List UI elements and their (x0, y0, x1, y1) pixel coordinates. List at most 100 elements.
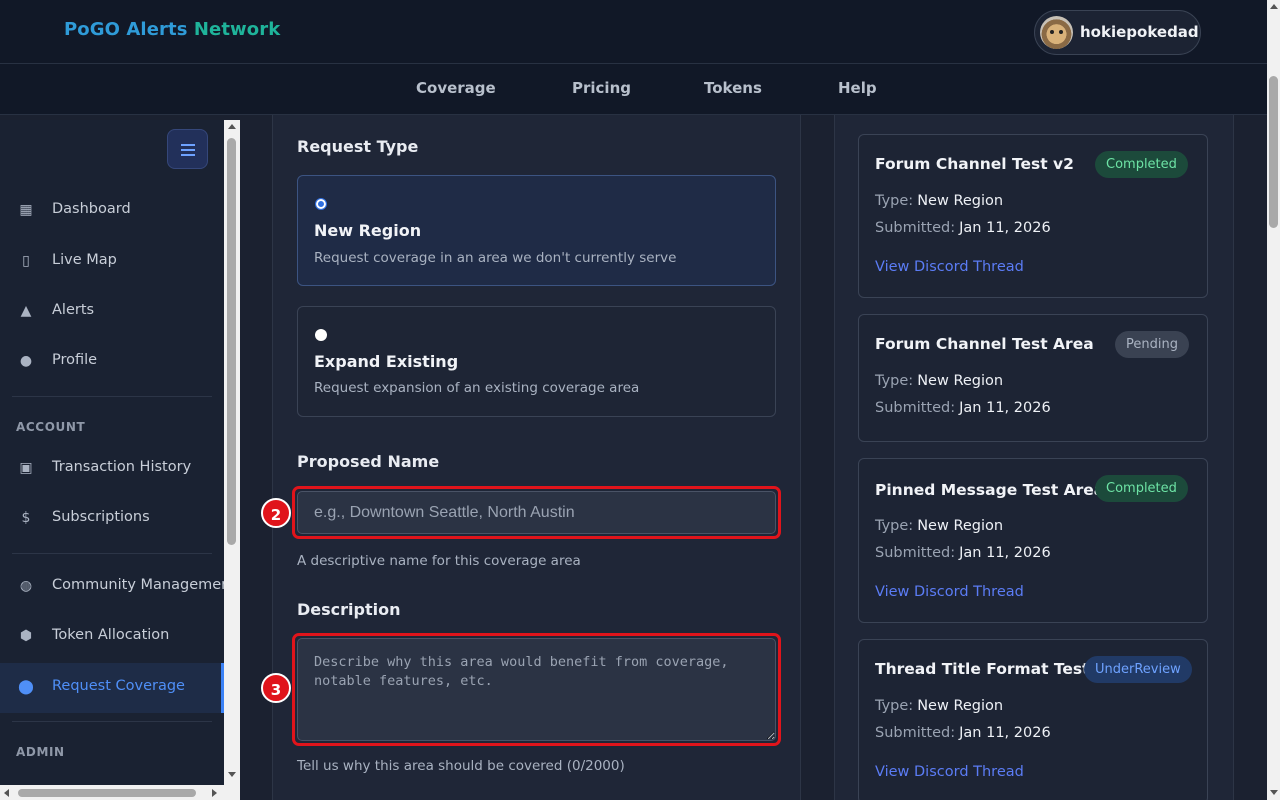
sidebar-item-token-allocation[interactable]: ⬢ Token Allocation (0, 612, 224, 662)
proposed-name-label: Proposed Name (297, 452, 440, 471)
user-icon: ● (19, 353, 33, 369)
scroll-left-arrow-icon[interactable] (4, 789, 9, 797)
divider (12, 396, 212, 397)
user-name: hokiepokedad (1080, 23, 1199, 41)
request-type-label: Request Type (297, 137, 419, 156)
sidebar-item-label: Live Map (52, 252, 117, 268)
meta-label: Type: (875, 518, 914, 534)
request-title: Thread Title Format Test (875, 660, 1090, 678)
request-title: Forum Channel Test v2 (875, 155, 1074, 173)
marker-badge: 2 (261, 498, 291, 528)
meta-value: New Region (917, 698, 1004, 714)
option-new-region[interactable]: New Region Request coverage in an area w… (297, 175, 776, 286)
sidebar-item-subscriptions[interactable]: $ Subscriptions (0, 494, 224, 544)
location-pin-icon: ⬤ (18, 679, 34, 695)
option-description: Request coverage in an area we don't cur… (314, 250, 677, 266)
avatar (1040, 16, 1073, 49)
view-discord-thread-link[interactable]: View Discord Thread (875, 259, 1024, 275)
sidebar-item-label: Transaction History (52, 459, 192, 475)
sidebar-item-label: Community Management (52, 577, 224, 593)
scroll-down-arrow-icon[interactable] (228, 772, 236, 777)
section-heading-admin: ADMIN (16, 745, 65, 759)
sidebar-item-request-coverage[interactable]: ⬤ Request Coverage (0, 663, 224, 713)
description-textarea[interactable] (297, 638, 776, 741)
option-description: Request expansion of an existing coverag… (314, 380, 640, 396)
page-scroll-thumb[interactable] (1269, 76, 1278, 228)
request-submitted: Submitted: Jan 11, 2026 (875, 220, 1051, 236)
meta-value: Jan 11, 2026 (959, 545, 1051, 561)
meta-label: Submitted: (875, 545, 956, 561)
sidebar-item-label: Token Allocation (52, 627, 170, 643)
sidebar-item-label: Profile (52, 352, 98, 368)
globe-icon: ◍ (19, 578, 33, 594)
sidebar-item-alerts[interactable]: ▲ Alerts (0, 287, 224, 337)
sidebar-hscroll-thumb[interactable] (18, 789, 196, 797)
scroll-down-arrow-icon[interactable] (1270, 790, 1278, 795)
nav-tokens[interactable]: Tokens (704, 79, 762, 97)
proposed-name-help: A descriptive name for this coverage are… (297, 553, 581, 569)
sidebar-scroll-thumb[interactable] (227, 138, 236, 545)
status-badge: Completed (1095, 475, 1188, 502)
sidebar-item-dashboard[interactable]: ▦ Dashboard (0, 186, 224, 236)
request-type: Type: New Region (875, 373, 1003, 389)
request-submitted: Submitted: Jan 11, 2026 (875, 400, 1051, 416)
top-header: PoGO Alerts Network hokiepokedad (0, 0, 1267, 64)
request-card: Forum Channel Test Area Pending Type: New… (858, 314, 1208, 442)
marker-badge: 3 (261, 673, 291, 703)
option-expand-existing[interactable]: Expand Existing Request expansion of an … (297, 306, 776, 417)
proposed-name-input[interactable] (297, 491, 776, 534)
view-discord-thread-link[interactable]: View Discord Thread (875, 584, 1024, 600)
sidebar-item-transaction-history[interactable]: ▣ Transaction History (0, 444, 224, 494)
nav-pricing[interactable]: Pricing (572, 79, 631, 97)
scroll-right-arrow-icon[interactable] (212, 789, 217, 797)
option-title: Expand Existing (314, 352, 459, 371)
status-badge: UnderReview (1084, 656, 1192, 683)
sidebar-item-live-map[interactable]: ▯ Live Map (0, 237, 224, 287)
section-heading-account: ACCOUNT (16, 420, 86, 434)
view-discord-thread-link[interactable]: View Discord Thread (875, 764, 1024, 780)
meta-value: New Region (917, 373, 1004, 389)
sidebar-item-label: Request Coverage (52, 678, 185, 694)
status-badge: Pending (1115, 331, 1189, 358)
scroll-up-arrow-icon[interactable] (1270, 4, 1278, 9)
meta-value: Jan 11, 2026 (959, 220, 1051, 236)
meta-value: New Region (917, 193, 1004, 209)
request-type: Type: New Region (875, 698, 1003, 714)
option-title: New Region (314, 221, 422, 240)
user-menu-button[interactable]: hokiepokedad (1034, 10, 1201, 55)
request-title: Pinned Message Test Area (875, 481, 1105, 499)
request-card: Forum Channel Test v2 Completed Type: New… (858, 134, 1208, 298)
meta-label: Submitted: (875, 220, 956, 236)
request-type: Type: New Region (875, 518, 1003, 534)
sidebar: ▦ Dashboard ▯ Live Map ▲ Alerts ● Profil… (0, 120, 224, 800)
request-type: Type: New Region (875, 193, 1003, 209)
main-nav: Coverage Pricing Tokens Help (0, 64, 1267, 115)
meta-label: Type: (875, 373, 914, 389)
brand-logo[interactable]: PoGO Alerts Network (64, 19, 280, 40)
menu-toggle-button[interactable] (167, 129, 208, 169)
bell-icon: ▲ (20, 303, 32, 319)
divider (12, 721, 212, 722)
status-badge: Completed (1095, 151, 1188, 178)
request-title: Forum Channel Test Area (875, 335, 1094, 353)
request-card: Pinned Message Test Area Completed Type:… (858, 458, 1208, 623)
request-submitted: Submitted: Jan 11, 2026 (875, 725, 1051, 741)
meta-value: Jan 11, 2026 (959, 725, 1051, 741)
nav-help[interactable]: Help (838, 79, 877, 97)
sidebar-item-community-management[interactable]: ◍ Community Management (0, 562, 224, 612)
dollar-icon: $ (21, 510, 31, 526)
meta-label: Submitted: (875, 725, 956, 741)
scroll-up-arrow-icon[interactable] (228, 124, 236, 129)
nav-coverage[interactable]: Coverage (416, 79, 496, 97)
sidebar-item-label: Dashboard (52, 201, 131, 217)
radio-new-region[interactable] (315, 198, 327, 210)
sidebar-item-profile[interactable]: ● Profile (0, 337, 224, 387)
sidebar-item-label: Subscriptions (52, 509, 150, 525)
radio-expand-existing[interactable] (315, 329, 327, 341)
meta-label: Type: (875, 193, 914, 209)
sidebar-item-label: Alerts (52, 302, 95, 318)
meta-label: Submitted: (875, 400, 956, 416)
meta-value: Jan 11, 2026 (959, 400, 1051, 416)
map-icon: ▯ (22, 253, 30, 269)
dashboard-icon: ▦ (19, 202, 33, 218)
